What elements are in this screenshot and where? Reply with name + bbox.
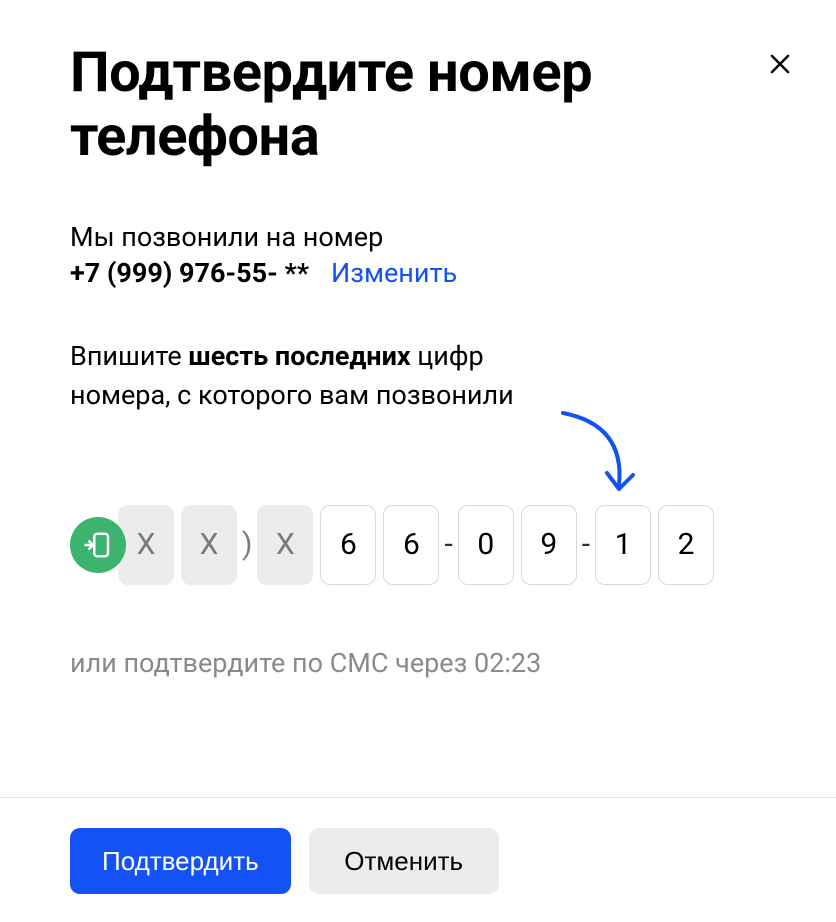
sms-text-pre: или подтвердите по СМС через (70, 647, 474, 679)
digit-input-1[interactable] (320, 505, 376, 585)
modal-title: Подтвердите номер телефона (70, 40, 766, 169)
close-button[interactable] (764, 48, 796, 80)
instruction-pre: Впишите (70, 340, 188, 372)
sms-countdown-text: или подтвердите по СМС через 02:23 (70, 647, 766, 679)
cancel-button[interactable]: Отменить (309, 828, 499, 894)
confirm-button[interactable]: Подтвердить (70, 828, 291, 894)
separator-paren: ) (242, 505, 252, 585)
call-info-text: Мы позвонили на номер (70, 219, 766, 257)
phone-masked: +7 (999) 976-55- ** (70, 257, 309, 289)
sms-timer: 02:23 (474, 647, 541, 679)
footer-actions: Подтвердить Отменить (0, 797, 836, 894)
digit-placeholder-2: X (181, 505, 237, 585)
digit-input-4[interactable] (521, 505, 577, 585)
change-phone-link[interactable]: Изменить (331, 257, 457, 289)
digit-input-3[interactable] (458, 505, 514, 585)
instruction-text: Впишите шесть последних цифр номера, с к… (70, 337, 590, 415)
digit-placeholder-3: X (257, 505, 313, 585)
digit-input-5[interactable] (595, 505, 651, 585)
instruction-bold: шесть последних (188, 340, 410, 372)
digit-input-2[interactable] (383, 505, 439, 585)
incoming-call-icon (70, 517, 126, 573)
close-icon (768, 52, 792, 76)
digit-input-6[interactable] (658, 505, 714, 585)
arrow-icon (555, 405, 645, 509)
separator-dash-2: - (582, 505, 590, 585)
separator-dash-1: - (444, 505, 452, 585)
digit-placeholder-1: X (118, 505, 174, 585)
digit-input-row: X X ) X - - (70, 505, 766, 585)
